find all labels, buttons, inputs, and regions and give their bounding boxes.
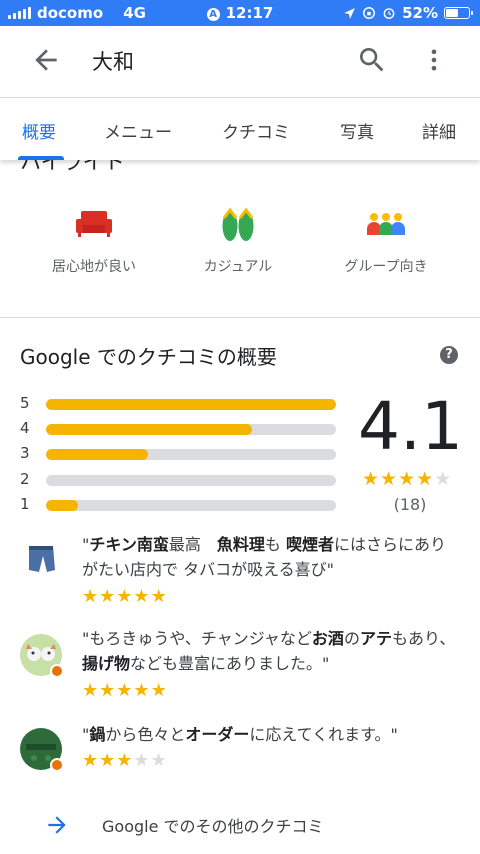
- location-arrow-icon: [344, 7, 356, 19]
- sandals-icon: [222, 207, 254, 241]
- rating-bar-label: 2: [20, 470, 30, 488]
- more-reviews-label: Google でのその他のクチコミ: [102, 817, 324, 836]
- review-snippet-text: "もろきゅうや、チャンジャなどお酒のアテもあり、揚げ物なども豊富にありました。": [82, 629, 456, 673]
- rating-bar-5: 5: [20, 394, 336, 414]
- section-divider: [0, 317, 480, 318]
- clock: 12:17: [225, 4, 274, 22]
- avatar: [20, 634, 64, 678]
- search-icon[interactable]: [356, 44, 388, 76]
- rating-bar-4: 4: [20, 419, 336, 439]
- rating-bar-fill: [46, 424, 252, 435]
- average-stars: ★★★★★: [362, 468, 452, 490]
- alarm-icon: [383, 8, 395, 19]
- battery-icon: [444, 7, 473, 19]
- star-empty-icon: ★: [133, 750, 151, 771]
- star-filled-icon: ★: [99, 680, 117, 701]
- sofa-icon: [76, 211, 112, 237]
- star-filled-icon: ★: [116, 750, 134, 771]
- back-arrow-icon[interactable]: [30, 44, 62, 76]
- tab-photos[interactable]: 写真: [340, 118, 374, 143]
- rating-bar-label: 1: [20, 495, 30, 513]
- star-filled-icon: ★: [150, 680, 168, 701]
- group-icon: [367, 213, 405, 235]
- page-title: 大和: [92, 50, 134, 74]
- star-empty-icon: ★: [434, 468, 453, 490]
- highlight-casual: カジュアル: [168, 204, 308, 276]
- star-filled-icon: ★: [116, 680, 134, 701]
- more-options-icon[interactable]: [420, 44, 448, 76]
- star-filled-icon: ★: [99, 750, 117, 771]
- more-reviews-link[interactable]: Google でのその他のクチコミ: [44, 808, 464, 842]
- rating-bar-fill: [46, 500, 78, 511]
- rating-bar-label: 5: [20, 394, 30, 412]
- battery-percent: 52%: [402, 4, 438, 22]
- rating-bar-3: 3: [20, 444, 336, 464]
- avatar: [20, 728, 64, 772]
- rating-bar-2: 2: [20, 470, 336, 490]
- highlight-label: 居心地が良い: [52, 259, 136, 275]
- local-guide-badge-icon: [50, 664, 64, 678]
- star-filled-icon: ★: [133, 586, 151, 607]
- star-filled-icon: ★: [398, 468, 417, 490]
- active-tab-indicator: [18, 156, 64, 160]
- star-filled-icon: ★: [99, 586, 117, 607]
- status-bar: docomo 4G A 12:17 52%: [0, 0, 480, 26]
- star-filled-icon: ★: [82, 680, 100, 701]
- rating-bar-label: 3: [20, 444, 30, 462]
- review-stars: ★★★★★: [82, 750, 168, 771]
- help-icon[interactable]: ?: [440, 346, 458, 364]
- star-filled-icon: ★: [150, 586, 168, 607]
- rating-bar-label: 4: [20, 419, 30, 437]
- average-rating: 4.1: [358, 388, 463, 465]
- review-count: (18): [393, 495, 427, 514]
- app-header: 大和: [0, 26, 480, 98]
- review-stars: ★★★★★: [82, 586, 168, 607]
- highlight-groups: グループ向き: [316, 204, 456, 276]
- star-empty-icon: ★: [150, 750, 168, 771]
- review-summary-title: Google でのクチコミの概要: [20, 345, 277, 369]
- star-filled-icon: ★: [82, 586, 100, 607]
- review-snippet-text: "チキン南蛮最高 魚料理も 喫煙者にはさらにありがたい店内で タバコが吸える喜び…: [82, 535, 447, 579]
- tab-details[interactable]: 詳細: [422, 118, 456, 143]
- rating-bar-fill: [46, 399, 336, 410]
- star-filled-icon: ★: [362, 468, 381, 490]
- review-snippet-text: "鍋から色々とオーダーに応えてくれます。": [82, 725, 398, 744]
- location-app-icon: A: [206, 8, 220, 21]
- local-guide-badge-icon: [50, 758, 64, 772]
- lock-rotation-icon: [363, 7, 376, 19]
- tab-overview[interactable]: 概要: [22, 118, 56, 143]
- star-filled-icon: ★: [380, 468, 399, 490]
- review-stars: ★★★★★: [82, 680, 168, 701]
- star-filled-icon: ★: [416, 468, 435, 490]
- star-filled-icon: ★: [82, 750, 100, 771]
- highlight-label: カジュアル: [203, 259, 273, 275]
- tab-bar: 概要 メニュー クチコミ 写真 詳細: [0, 98, 480, 160]
- highlight-label: グループ向き: [344, 259, 428, 275]
- rating-bar-fill: [46, 449, 148, 460]
- star-filled-icon: ★: [133, 680, 151, 701]
- avatar: [20, 540, 62, 582]
- tab-menu[interactable]: メニュー: [104, 118, 172, 143]
- tab-reviews[interactable]: クチコミ: [222, 118, 290, 143]
- rating-bar-1: 1: [20, 495, 336, 515]
- star-filled-icon: ★: [116, 586, 134, 607]
- highlight-cozy: 居心地が良い: [24, 204, 164, 276]
- arrow-right-icon: [48, 816, 66, 834]
